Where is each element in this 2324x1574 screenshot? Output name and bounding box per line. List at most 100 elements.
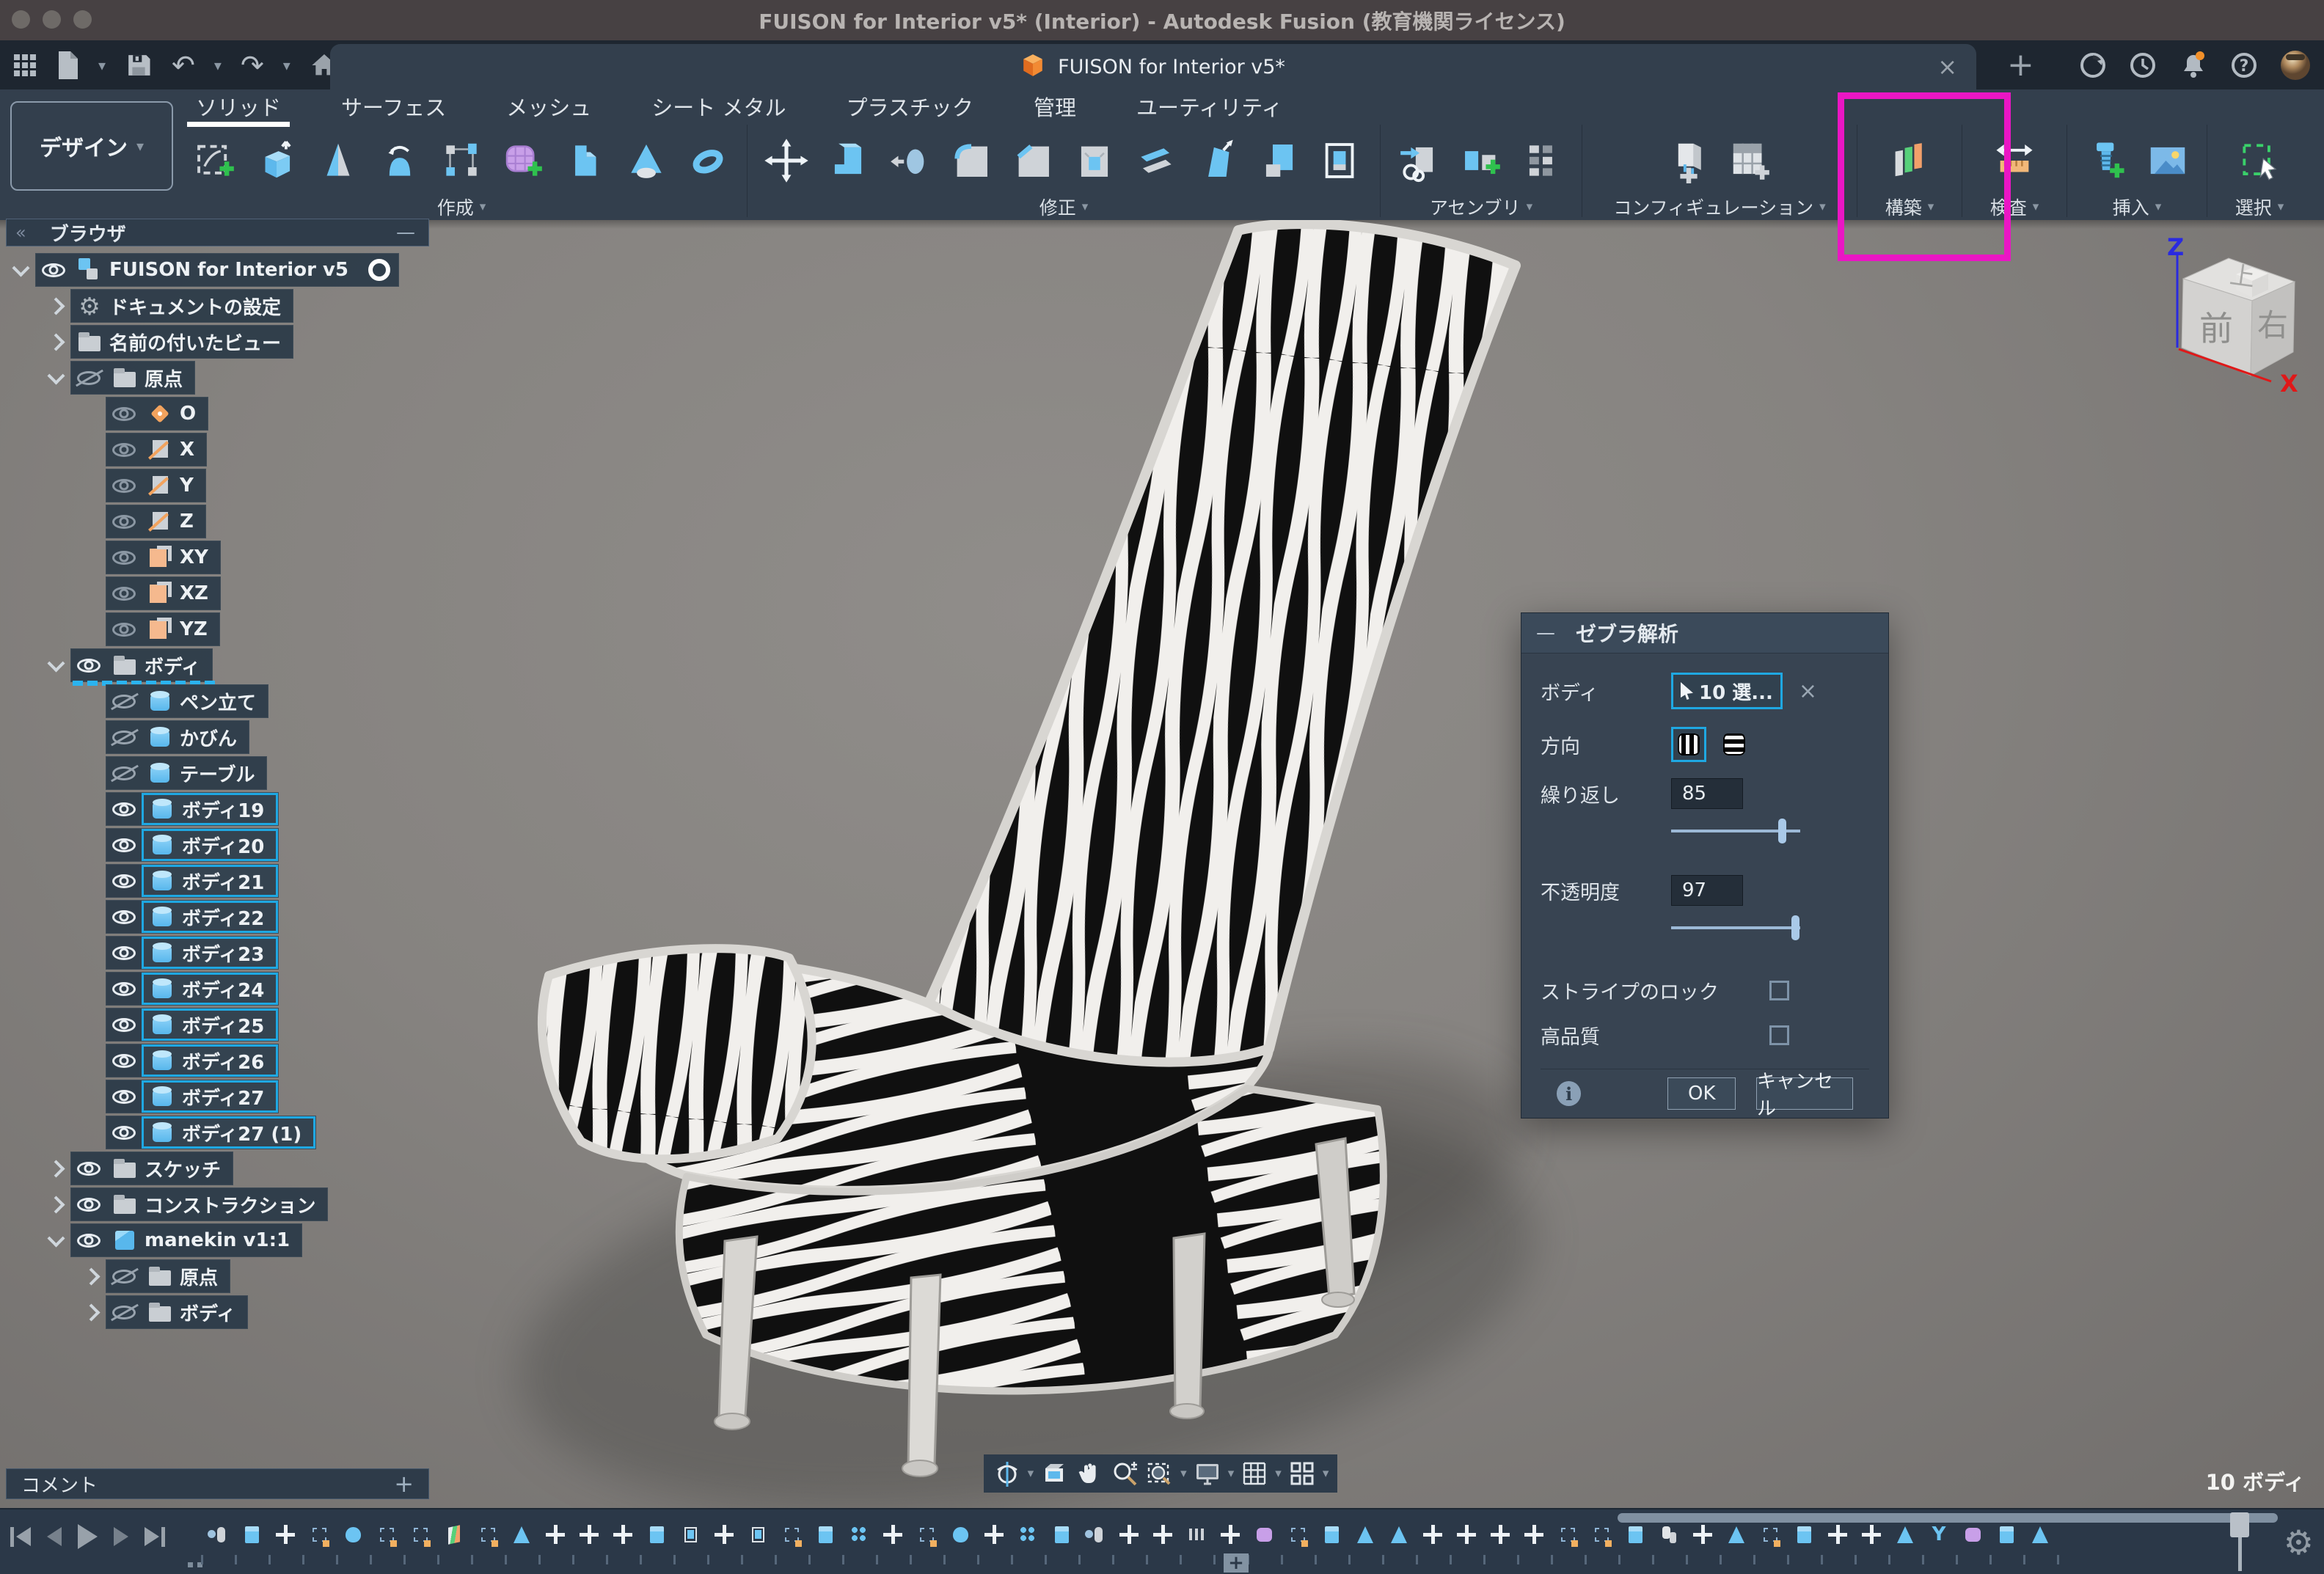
new-tab-button[interactable]: +	[2007, 46, 2034, 84]
tree-row[interactable]: ボディ20	[76, 829, 399, 861]
visibility-eye-icon[interactable]	[71, 1234, 106, 1248]
timeline-feature-icon[interactable]	[268, 1514, 302, 1555]
tree-item-chip[interactable]: ボディ27 (1)	[106, 1116, 316, 1149]
opacity-input[interactable]: 97	[1671, 875, 1743, 906]
zoom-icon[interactable]	[1110, 1459, 1139, 1488]
ribbon-tab[interactable]: 管理	[1025, 91, 1085, 122]
tree-row[interactable]: ボディ24	[76, 973, 399, 1005]
fit-caret-icon[interactable]: ▾	[1180, 1466, 1187, 1481]
timeline-feature-icon[interactable]	[302, 1514, 336, 1555]
tree-row[interactable]: ボディ27 (1)	[76, 1116, 399, 1149]
timeline-feature-icon[interactable]	[1652, 1514, 1686, 1555]
visibility-eye-icon[interactable]	[71, 1198, 106, 1212]
display-settings-icon[interactable]	[1193, 1459, 1222, 1488]
expander-icon[interactable]	[41, 1237, 70, 1245]
timeline-feature-icon[interactable]	[1348, 1514, 1382, 1555]
timeline-feature-icon[interactable]	[1078, 1514, 1112, 1555]
timeline-feature-icon[interactable]	[1753, 1514, 1787, 1555]
visibility-eye-icon[interactable]	[106, 587, 142, 601]
display-caret-icon[interactable]: ▾	[1228, 1466, 1235, 1481]
undo-caret-icon[interactable]: ▾	[214, 56, 222, 74]
timeline-feature-icon[interactable]	[1247, 1514, 1281, 1555]
timeline-feature-icon[interactable]	[1989, 1514, 2023, 1555]
ok-button[interactable]: OK	[1667, 1077, 1736, 1110]
visibility-eye-icon[interactable]	[106, 1018, 142, 1032]
tree-row[interactable]: ⚙ ドキュメントの設定	[41, 290, 399, 322]
tree-item-chip[interactable]: ボディ25	[106, 1008, 279, 1042]
tree-item-chip[interactable]: テーブル	[106, 756, 267, 790]
timeline-feature-icon[interactable]	[640, 1514, 673, 1555]
tree-row[interactable]: ボディ	[76, 1296, 399, 1328]
joint-button[interactable]	[1451, 128, 1511, 194]
clear-selection-icon[interactable]: ×	[1799, 678, 1817, 704]
window-minimize-icon[interactable]	[43, 10, 61, 29]
timeline-feature-icon[interactable]	[1450, 1514, 1483, 1555]
timeline-feature-icon[interactable]	[1112, 1514, 1146, 1555]
expander-icon[interactable]	[76, 1306, 106, 1319]
tree-row[interactable]: 原点	[76, 1260, 399, 1292]
extrude-button[interactable]	[246, 128, 307, 194]
tree-item-chip[interactable]: XZ	[106, 576, 221, 610]
direction-vertical-toggle[interactable]	[1671, 727, 1706, 762]
tree-row[interactable]: Y	[76, 469, 399, 502]
timeline-feature-icon[interactable]	[943, 1514, 977, 1555]
expander-icon[interactable]	[41, 1198, 70, 1211]
tree-item-chip[interactable]: YZ	[106, 612, 220, 646]
tree-row[interactable]: ペン立て	[76, 685, 399, 717]
tree-item-chip[interactable]: FUISON for Interior v5	[35, 253, 399, 287]
timeline-feature-icon[interactable]	[1720, 1514, 1753, 1555]
document-tab[interactable]: FUISON for Interior v5* ×	[330, 44, 1976, 89]
visibility-eye-icon[interactable]	[106, 1306, 142, 1319]
tree-item-chip[interactable]: ボディ	[106, 1295, 248, 1329]
visibility-eye-icon[interactable]	[106, 838, 142, 852]
timeline-feature-icon[interactable]	[1956, 1514, 1989, 1555]
timeline-step-back-button[interactable]	[47, 1527, 62, 1546]
timeline-feature-icon[interactable]	[1517, 1514, 1551, 1555]
window-zoom-icon[interactable]	[73, 10, 92, 29]
workspace-selector[interactable]: デザイン ▾	[10, 101, 173, 191]
boolean-button[interactable]	[555, 128, 615, 194]
press-pull-button[interactable]	[818, 128, 878, 194]
comments-bar[interactable]: コメント +	[6, 1468, 429, 1499]
visibility-eye-icon[interactable]	[106, 1126, 142, 1140]
grid-caret-icon[interactable]: ▾	[1275, 1466, 1282, 1481]
tree-item-chip[interactable]: ボディ	[70, 648, 213, 682]
ribbon-tab[interactable]: プラスチック	[838, 91, 982, 122]
fillet-button[interactable]	[941, 128, 1001, 194]
draft-button[interactable]	[1188, 128, 1248, 194]
revolve-button[interactable]	[308, 128, 368, 194]
tree-item-chip[interactable]: X	[106, 433, 207, 466]
tree-row[interactable]: テーブル	[76, 757, 399, 789]
tree-row[interactable]: ボディ21	[76, 865, 399, 897]
tree-row[interactable]: ボディ25	[76, 1009, 399, 1041]
tree-row[interactable]: ボディ	[41, 649, 399, 681]
cone-primitive-button[interactable]	[616, 128, 676, 194]
undo-button[interactable]: ↶	[172, 51, 195, 79]
expander-icon[interactable]	[41, 374, 70, 382]
sweep-button[interactable]	[370, 128, 430, 194]
timeline-feature-icon[interactable]	[201, 1514, 235, 1555]
timeline-feature-icon[interactable]	[1382, 1514, 1416, 1555]
orbit-caret-icon[interactable]: ▾	[1028, 1466, 1034, 1481]
timeline-feature-icon[interactable]	[370, 1514, 403, 1555]
orbit-icon[interactable]	[993, 1459, 1022, 1488]
timeline-feature-icon[interactable]	[775, 1514, 808, 1555]
grid-settings-icon[interactable]	[1240, 1459, 1269, 1488]
timeline-feature-icon[interactable]	[1585, 1514, 1618, 1555]
pipe-button[interactable]	[678, 128, 738, 194]
split-body-button[interactable]	[1126, 128, 1186, 194]
tree-row[interactable]: manekin v1:1	[41, 1224, 399, 1256]
visibility-eye-icon[interactable]	[106, 910, 142, 924]
insert-group-label[interactable]: 挿入▾	[2113, 197, 2162, 217]
tree-row[interactable]: ボディ27	[76, 1080, 399, 1113]
look-at-icon[interactable]	[1039, 1459, 1069, 1488]
timeline-feature-icon[interactable]	[471, 1514, 505, 1555]
lock-stripes-checkbox[interactable]	[1769, 981, 1789, 1000]
repeat-input[interactable]: 85	[1671, 778, 1743, 809]
timeline-settings-gear-icon[interactable]: ⚙	[2284, 1526, 2314, 1559]
browser-minimize-icon[interactable]: —	[396, 222, 415, 244]
tree-row[interactable]: 原点	[41, 362, 399, 394]
create-form-button[interactable]	[493, 128, 553, 194]
tree-row[interactable]: スケッチ	[41, 1152, 399, 1185]
timeline-feature-icon[interactable]	[1855, 1514, 1888, 1555]
